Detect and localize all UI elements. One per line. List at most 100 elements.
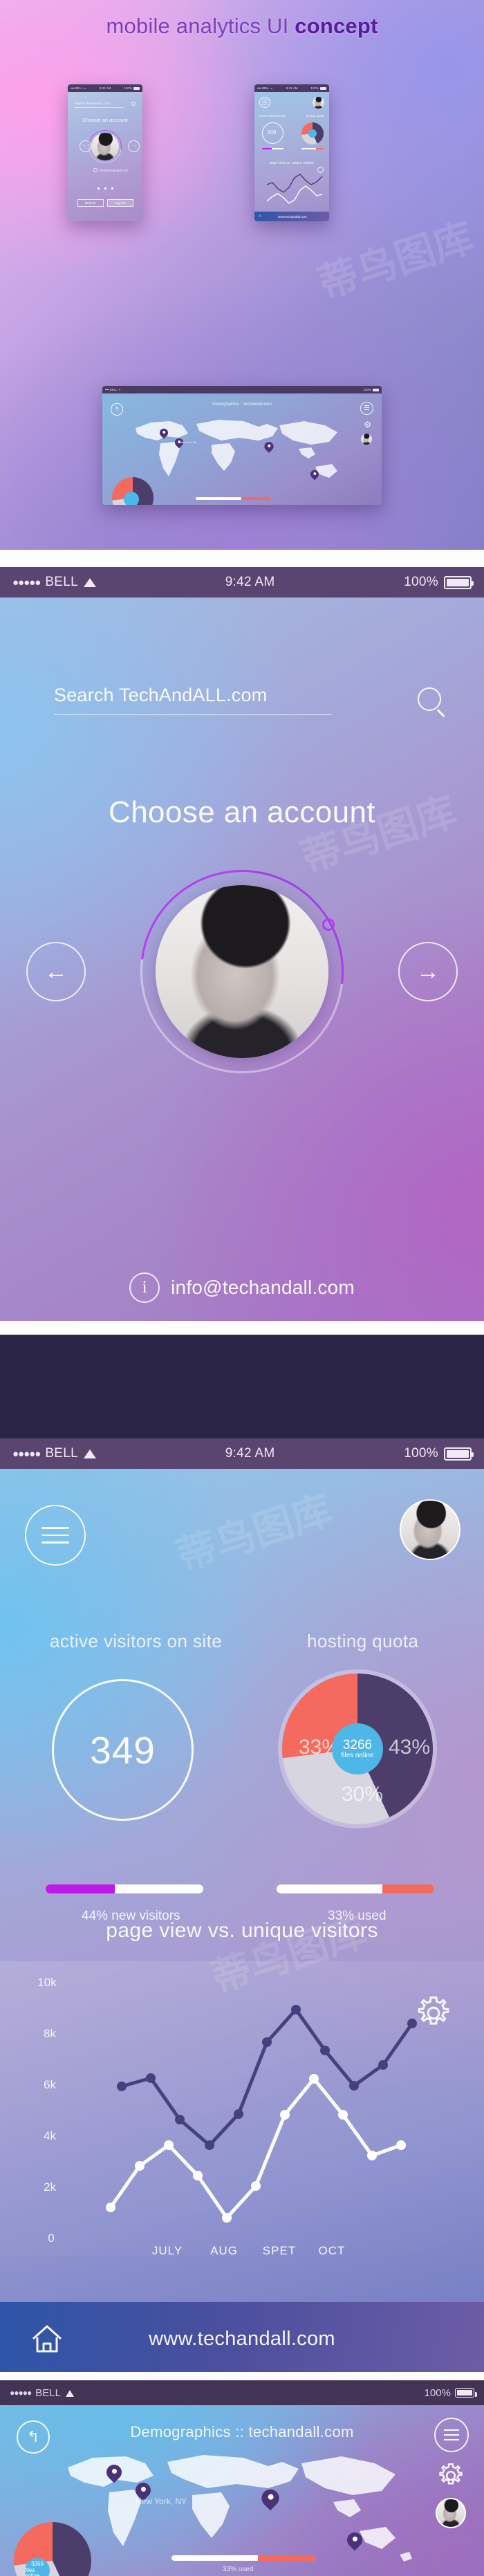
mini-logout-button[interactable]: Log Out xyxy=(107,199,133,207)
back-arrow-icon[interactable]: ↰ xyxy=(17,2420,50,2454)
visitors-value: 349 xyxy=(90,1728,156,1772)
quota-center-caption: files online xyxy=(341,1752,373,1760)
divider-strip xyxy=(0,550,484,567)
wifi-icon xyxy=(83,577,96,587)
clock-label: 9:42 AM xyxy=(225,1446,275,1461)
mockup-account-phone: ••••• BELL ᯤ 9:42 AM 100% Search TechAnd… xyxy=(68,84,142,221)
wifi-icon xyxy=(83,1449,96,1458)
battery-icon xyxy=(444,576,472,589)
x-tick-label: OCT xyxy=(319,2244,346,2256)
y-tick-label: 8k xyxy=(44,2027,56,2040)
progress-bar-quota xyxy=(171,2555,315,2561)
mini-statusbar: ••••• BELL ᯤ 9:42 AM 100% xyxy=(68,84,142,92)
avatar[interactable] xyxy=(156,885,328,1058)
quota-center-caption: files online xyxy=(25,2568,50,2576)
progress-ring-knob[interactable] xyxy=(322,918,335,931)
statusbar: ●●●●● BELL 9:42 AM 100% xyxy=(0,1438,484,1469)
y-tick-label: 2k xyxy=(44,2180,56,2194)
search-icon[interactable] xyxy=(418,687,441,711)
avatar[interactable] xyxy=(400,1499,460,1560)
series-unique-visitors-points xyxy=(106,2074,406,2223)
mini-screen-body: active visitors on site hosting quota 34… xyxy=(254,92,329,221)
battery-icon xyxy=(444,1447,472,1461)
mini-statusbar: ••••• BELL ᯤ 9:42 AM 100% xyxy=(254,84,329,92)
hamburger-icon[interactable] xyxy=(25,1505,86,1566)
avatar[interactable] xyxy=(436,2498,466,2528)
y-tick-label: 10k xyxy=(37,1976,57,1989)
mini-refresh-button[interactable]: Refresh xyxy=(77,199,104,207)
footer-bar: www.techandall.com xyxy=(0,2302,484,2375)
mini-footer-url: www.techandall.com xyxy=(261,215,324,219)
account-email-row: i info@techandall.com xyxy=(0,1272,484,1303)
stat-label-quota: hosting quota xyxy=(307,1631,418,1652)
signal-dots-icon: ●●●●● xyxy=(12,577,40,589)
battery-percent-label: 100% xyxy=(404,575,438,590)
divider-strip xyxy=(0,1321,484,1335)
arrow-right-icon[interactable]: → xyxy=(398,942,458,1001)
mini-carrier: ••••• BELL ᯤ xyxy=(71,86,86,91)
screen-demographics-map: ●●●●● BELL 100% Demographics :: techanda… xyxy=(0,2380,484,2576)
screen-choose-account: ●●●●● BELL 9:42 AM 100% 蒂鸟图库 Search Tech… xyxy=(0,567,484,1321)
page-title-bold: concept xyxy=(295,14,378,38)
mini-line-chart xyxy=(257,169,326,208)
quota-center-value: 3266 xyxy=(343,1739,372,1752)
battery-icon xyxy=(455,2388,474,2398)
statusbar: ●●●●● BELL 100% xyxy=(0,2380,484,2405)
arrow-left-icon[interactable]: ← xyxy=(26,942,86,1001)
battery-percent-label: 100% xyxy=(404,1446,438,1461)
carrier-label: BELL xyxy=(35,2387,61,2399)
series-page-views-points xyxy=(117,2005,417,2150)
battery-percent-label: 100% xyxy=(425,2387,451,2399)
map-pin-icon[interactable] xyxy=(347,2532,362,2553)
signal-dots-icon: ●●●●● xyxy=(10,2388,31,2398)
series-page-views xyxy=(122,2010,412,2145)
hamburger-icon[interactable] xyxy=(434,2418,469,2452)
info-icon[interactable]: i xyxy=(129,1272,160,1303)
carrier-label: BELL xyxy=(45,575,78,590)
statusbar-left: ●●●●● BELL xyxy=(12,575,96,590)
screen-dashboard: ●●●●● BELL 9:42 AM 100% 蒂鸟图库 蒂鸟图库 active… xyxy=(0,1438,484,2375)
mini-chart-title: page view vs. unique visitors xyxy=(254,161,329,165)
divider-strip xyxy=(0,2372,484,2380)
series-unique-visitors xyxy=(111,2079,401,2218)
mini-label-quota: hosting quota xyxy=(306,114,324,118)
statusbar-right: 100% xyxy=(425,2387,474,2399)
progress-bar-visitors xyxy=(46,1884,203,1893)
world-map xyxy=(59,2444,419,2568)
visitors-gauge: 349 xyxy=(52,1679,194,1821)
map-title: Demographics :: techandall.com xyxy=(0,2423,484,2441)
pie-slice-label: 43% xyxy=(389,1736,430,1759)
mini-battery: 100% xyxy=(124,86,140,90)
statusbar-left: ●●●●● BELL xyxy=(10,2387,75,2399)
x-tick-label: JULY xyxy=(152,2244,183,2256)
y-tick-label: 4k xyxy=(44,2129,56,2142)
map-pin-icon[interactable] xyxy=(261,2490,279,2514)
home-icon[interactable] xyxy=(30,2324,64,2354)
mini-screen-body: Search TechAndALL.com Choose an account … xyxy=(68,92,142,221)
statusbar-right: 100% xyxy=(404,1446,472,1461)
statusbar-right: 100% xyxy=(404,575,472,590)
line-chart: 10k 8k 6k 4k 2k 0 xyxy=(0,1961,484,2256)
wifi-icon xyxy=(65,2389,75,2397)
gear-icon[interactable] xyxy=(437,2462,465,2490)
statusbar: ●●●●● BELL 9:42 AM 100% xyxy=(0,567,484,597)
mini-label-visitors: active visitors on site xyxy=(259,114,286,118)
progress-bar-quota xyxy=(277,1884,434,1893)
carrier-label: BELL xyxy=(45,1446,78,1461)
search-input[interactable]: Search TechAndALL.com xyxy=(54,685,332,715)
map-pin-icon[interactable] xyxy=(106,2465,122,2485)
statusbar-left: ●●●●● BELL xyxy=(12,1446,96,1461)
search-bar[interactable]: Search TechAndALL.com xyxy=(54,685,441,715)
y-tick-label: 0 xyxy=(48,2232,54,2245)
y-tick-label: 6k xyxy=(44,2078,56,2091)
footer-url[interactable]: www.techandall.com xyxy=(64,2328,420,2351)
hero-banner: 蒂鸟图库 mobile analytics UI concept ••••• B… xyxy=(0,0,484,550)
x-tick-label: SPET xyxy=(263,2244,296,2256)
account-email: info@techandall.com xyxy=(171,1277,355,1299)
stat-label-visitors: active visitors on site xyxy=(50,1631,222,1652)
chart-title: page view vs. unique visitors xyxy=(0,1919,484,1943)
page-heading: Choose an account xyxy=(0,795,484,830)
mini-visitors-value: 349 xyxy=(267,129,276,136)
mini-search-placeholder: Search TechAndALL.com xyxy=(75,102,111,105)
mini-email: info@techandall.com xyxy=(100,169,128,172)
